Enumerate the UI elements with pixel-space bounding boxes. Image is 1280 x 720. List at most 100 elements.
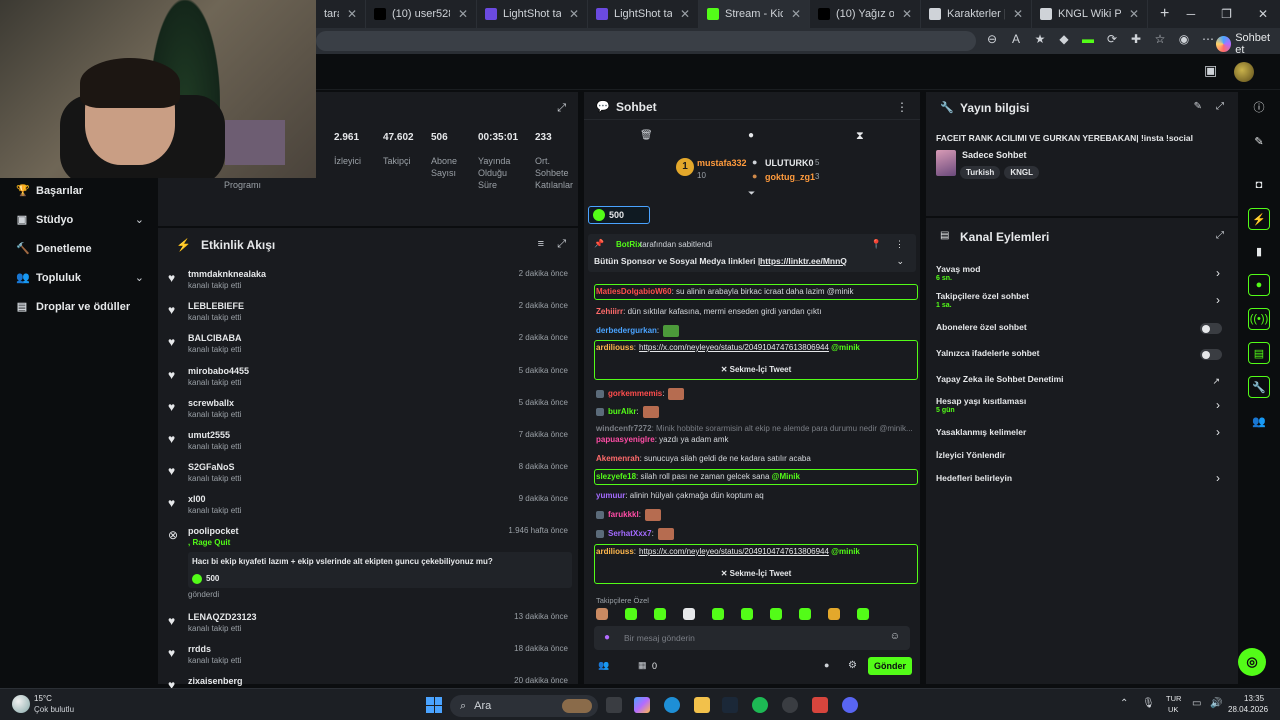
shield-app-icon[interactable] [812,697,828,713]
toggle-switch[interactable] [1200,349,1222,360]
chat-message[interactable]: ardiliouss: https://x.com/neyleyeo/status… [596,343,860,352]
emote-icon[interactable] [799,608,811,620]
emoji-icon[interactable]: ☺ [890,631,900,642]
close-tab-icon[interactable]: ✕ [569,7,579,21]
close-tab-icon[interactable]: ✕ [1013,7,1023,21]
channel-action[interactable]: Abonelere özel sohbet [936,322,1232,334]
wrench-rail-icon[interactable]: 🔧 [1248,376,1270,398]
app-icon[interactable] [782,697,798,713]
close-tab-icon[interactable]: ✕ [1129,7,1139,21]
chat-message[interactable]: slezyefe18: silah roll pası ne zaman gel… [596,472,800,481]
browser-tab[interactable]: LightShot tarafından ✕ [588,0,699,28]
emote-icon[interactable] [683,608,695,620]
emote-icon[interactable] [654,608,666,620]
hourglass-icon[interactable]: ⧗ [856,130,864,143]
expand-icon[interactable]: ⤢ [557,102,566,115]
emote-icon[interactable] [857,608,869,620]
username[interactable]: screwballx [188,398,234,408]
mic-tray-icon[interactable]: 🎙 [1142,698,1155,709]
emote-icon[interactable] [712,608,724,620]
channel-action[interactable]: Yasaklanmış kelimeler › [936,425,1232,439]
profile-icon[interactable]: ◉ [1177,32,1191,46]
broadcast-icon[interactable]: ((•)) [1248,308,1270,330]
chat-rail-icon[interactable]: ● [1248,274,1270,296]
browser-tab[interactable]: LightShot tarafından ✕ [477,0,588,28]
username[interactable]: zixaisenberg [188,676,243,686]
chat-icon[interactable]: ● [748,130,754,141]
steam-icon[interactable] [722,697,738,713]
chevron-right-icon[interactable]: › [1216,266,1220,280]
copilot-taskbar-icon[interactable] [634,697,650,713]
copilot-button[interactable]: Sohbet et [1216,32,1280,56]
browser-tab[interactable]: Stream - Kick Dashb ✕ [699,0,810,28]
chat-mention[interactable]: @minik [829,343,860,352]
support-chat-button[interactable]: ◎ [1238,648,1266,676]
spotify-icon[interactable] [752,697,768,713]
channel-action[interactable]: Yalnızca ifadelerle sohbet [936,348,1232,360]
address-bar[interactable] [316,31,976,51]
chat-username[interactable]: farukkkl [608,510,639,519]
stream-key-icon[interactable]: ▣ [1204,62,1217,79]
nav-item[interactable]: ▣ Stüdyo [16,213,73,227]
username[interactable]: rrdds [188,644,211,654]
start-icon[interactable] [426,697,442,713]
chat-message[interactable]: windcenfr7272: Minik hobbite sorarmisin … [596,424,913,433]
browser-tab[interactable]: Karakterler | KNGL R ✕ [921,0,1032,28]
more-icon[interactable]: ⋯ [1201,32,1215,46]
chat-username[interactable]: Zehiiirr [596,307,623,316]
pin-toggle-icon[interactable]: 📍 [871,239,882,250]
edit-icon[interactable]: ✎ [1194,101,1202,112]
chat-username[interactable]: ardiliouss [596,547,634,556]
emote-icon[interactable] [625,608,637,620]
chat-message[interactable]: ardiliouss: https://x.com/neyleyeo/status… [596,547,860,556]
language[interactable]: TUR [1166,694,1181,703]
channel-action[interactable]: Hedefleri belirleyin › [936,471,1232,485]
tweet-embed-button[interactable]: ✕ Sekme-İçi Tweet [595,569,917,578]
chat-mention[interactable]: @Minik [769,472,800,481]
read-aloud-icon[interactable]: A [1009,32,1023,46]
message-input[interactable]: ● Bir mesaj gönderin ☺ [594,626,910,650]
chat-username[interactable]: Akemenrah [596,454,640,463]
username[interactable]: poolipocket [188,526,239,536]
leader-name[interactable]: mustafa332 [697,158,747,168]
chat-username[interactable]: MatiesDolgabioW60 [596,287,672,296]
username[interactable]: xl00 [188,494,206,504]
username[interactable]: LEBLEBIEFE [188,301,244,311]
chat-message[interactable]: MatiesDolgabioW60: su alinin arabayla bi… [596,287,854,296]
chat-username[interactable]: yumuur [596,491,625,500]
discord-icon[interactable] [842,697,858,713]
list-item[interactable]: ⊗ poolipocket , Rage Quit 1.946 hafta önce H… [166,526,572,599]
chat-menu-icon[interactable]: ⋮ [896,100,908,114]
pencil-icon[interactable]: ✎ [1248,130,1270,152]
browser-tab[interactable]: (10) user5281552 on ✕ [366,0,477,28]
camera-icon[interactable]: ◘ [1248,174,1270,196]
chat-message[interactable]: Akemenrah: sunucuya silah geldi de ne ka… [596,454,811,463]
expand-icon[interactable]: ⤢ [1216,101,1224,112]
close-window-icon[interactable]: ✕ [1258,7,1268,21]
extension-green-icon[interactable]: ▬ [1081,32,1095,46]
kicks-counter[interactable]: 500 [588,206,650,224]
filter-icon[interactable]: ≡ [538,238,544,250]
channel-action[interactable]: Yapay Zeka ile Sohbet Denetimi ↗ [936,374,1232,386]
network-icon[interactable]: ▭ [1192,698,1201,709]
trash-icon[interactable]: 🗑 [640,130,653,141]
send-button[interactable]: Gönder [868,657,912,675]
chevron-down-icon[interactable]: ⌄ [135,213,144,226]
close-tab-icon[interactable]: ✕ [680,7,690,21]
chat-message[interactable]: burAlkr: [596,406,659,418]
chevron-down-icon[interactable]: ⌄ [135,271,144,284]
chat-username[interactable]: gorkemmemis [608,389,662,398]
chevron-right-icon[interactable]: › [1216,398,1220,412]
username[interactable]: S2GFaNoS [188,462,235,472]
extensions-icon[interactable]: ✚ [1129,32,1143,46]
channel-action[interactable]: Hesap yaşı kısıtlaması 5 gün › [936,396,1232,414]
toggle-switch[interactable] [1200,323,1222,334]
close-tab-icon[interactable]: ✕ [458,7,468,21]
username[interactable]: mirobabo4455 [188,366,249,376]
browser-tab[interactable]: KNGL Wiki Portal ✕ [1032,0,1148,28]
chat-link[interactable]: https://x.com/neyleyeo/status/2049104747… [639,547,829,556]
weather-icon[interactable] [12,695,30,713]
edge-icon[interactable] [664,697,680,713]
maximize-icon[interactable]: ❐ [1221,7,1232,21]
username[interactable]: tmmdaknknealaka [188,269,266,279]
